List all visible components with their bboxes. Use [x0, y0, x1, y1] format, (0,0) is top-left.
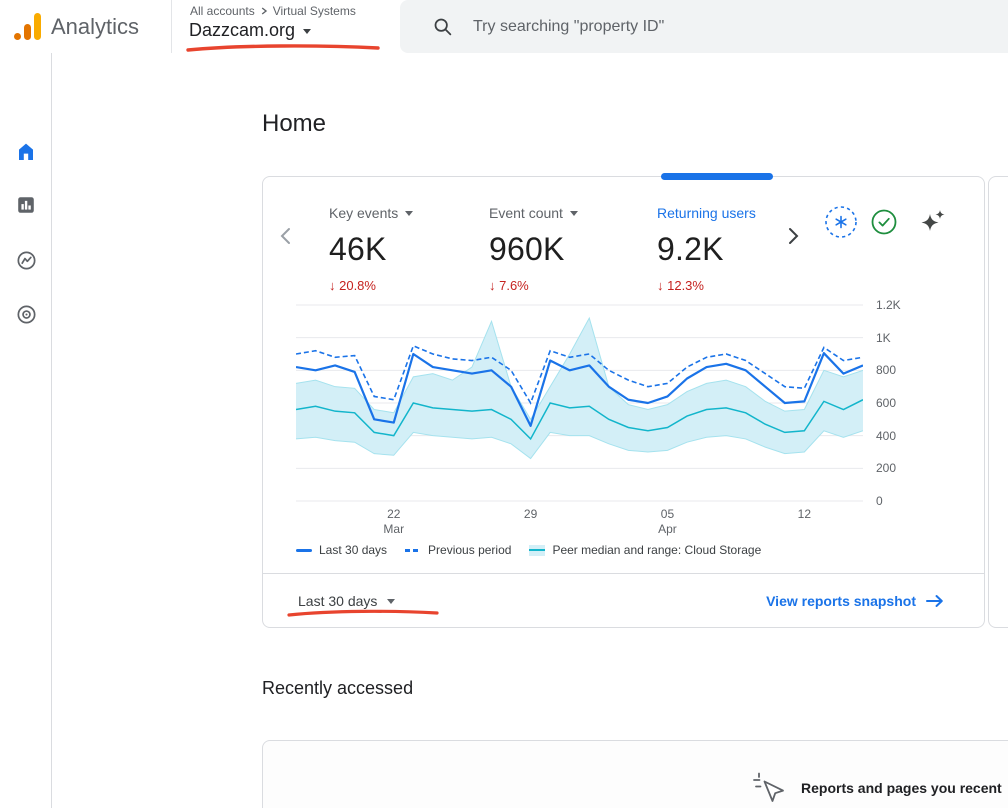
y-axis-label: 600 [876, 396, 897, 410]
sidebar-item-reports[interactable] [0, 183, 52, 227]
insights-sparkle-icon [921, 210, 945, 231]
sidebar [0, 53, 52, 808]
x-axis-label: 29 [523, 507, 538, 521]
y-axis-label: 800 [876, 363, 897, 378]
y-axis: 0 200 400 600 800 1K 1.2K [876, 295, 936, 515]
dashed-line-swatch [405, 548, 422, 552]
search-icon[interactable] [432, 16, 453, 37]
metric-event-count[interactable]: Event count 960K ↓ 7.6% [489, 203, 578, 293]
y-axis-label: 400 [876, 428, 897, 443]
legend-item-last-30-days: Last 30 days [296, 543, 387, 557]
chevron-right-icon [788, 228, 798, 244]
next-card-edge [988, 176, 1008, 628]
metric-label: Event count [489, 205, 563, 221]
metric-returning-users[interactable]: Returning users 9.2K ↓ 12.3% [657, 203, 756, 293]
y-axis-label: 0 [876, 494, 883, 508]
metric-scroll-left-button[interactable] [273, 224, 297, 248]
legend-item-peer-median: Peer median and range: Cloud Storage [529, 543, 761, 557]
x-axis-label: 12 [797, 507, 811, 521]
x-axis-label: 05 Apr [658, 507, 677, 536]
y-axis-label: 200 [876, 461, 897, 476]
dropdown-arrow-icon [303, 29, 312, 34]
cursor-icon [753, 772, 784, 802]
metric-delta: ↓ 7.6% [489, 278, 529, 293]
recently-accessed-title: Recently accessed [262, 678, 414, 698]
page-title: Home [262, 110, 327, 137]
band-swatch [529, 544, 546, 556]
y-axis-label: 1K [876, 330, 891, 345]
x-axis-label: 22 Mar [383, 507, 405, 536]
arrow-right-icon [926, 594, 943, 607]
metric-label: Key events [329, 205, 399, 221]
metric-key-events[interactable]: Key events 46K ↓ 20.8% [329, 203, 414, 293]
top-bar: Analytics All accounts Virtual Systems D… [0, 0, 1008, 53]
benchmarking-icon [825, 206, 857, 238]
chevron-down-icon[interactable] [569, 210, 578, 216]
metric-value: 46K [329, 231, 387, 267]
insights-button[interactable] [919, 207, 947, 235]
chevron-down-icon[interactable] [405, 210, 414, 216]
data-quality-icon [871, 209, 897, 235]
metric-label: Returning users [657, 205, 756, 221]
analytics-home-page: Analytics All accounts Virtual Systems D… [0, 0, 1008, 808]
data-quality-button[interactable] [870, 208, 898, 236]
analytics-logo[interactable]: Analytics [14, 13, 139, 40]
breadcrumb-org: Virtual Systems [272, 4, 356, 18]
chevron-left-icon [280, 228, 290, 244]
dropdown-arrow-icon [387, 599, 396, 604]
x-axis: 22 Mar 29 05 Apr 12 [296, 507, 863, 539]
metric-scroll-right-button[interactable] [781, 224, 805, 248]
solid-line-swatch [296, 548, 312, 552]
advertising-icon [16, 304, 36, 324]
sidebar-item-explore[interactable] [0, 238, 52, 282]
search-bar[interactable] [400, 0, 1008, 53]
y-axis-label: 1.2K [876, 298, 901, 312]
header-divider [171, 0, 172, 53]
annotation-underline [186, 44, 380, 52]
line-chart [296, 304, 863, 502]
search-input[interactable] [473, 17, 953, 36]
property-picker[interactable]: Dazzcam.org [189, 20, 312, 41]
benchmarking-button[interactable] [823, 204, 859, 240]
reports-icon [18, 197, 34, 213]
recently-accessed-card: Reports and pages you recent [262, 740, 1008, 808]
breadcrumb[interactable]: All accounts Virtual Systems [190, 4, 356, 18]
metric-value: 9.2K [657, 231, 724, 267]
legend-item-previous-period: Previous period [405, 543, 511, 557]
chart-legend: Last 30 days Previous period Peer median… [296, 543, 761, 557]
overview-card: Key events 46K ↓ 20.8% Event count 960K … [262, 173, 985, 628]
sidebar-item-home[interactable] [0, 129, 52, 173]
metric-value: 960K [489, 231, 565, 267]
chevron-right-icon [261, 7, 267, 15]
selected-metric-indicator [661, 173, 773, 180]
metric-delta: ↓ 20.8% [329, 278, 376, 293]
chart: 0 200 400 600 800 1K 1.2K 22 Mar 29 05 Apr 12 [296, 295, 976, 539]
google-analytics-icon [14, 13, 41, 40]
app-name: Analytics [51, 14, 140, 39]
metric-delta: ↓ 12.3% [657, 278, 704, 293]
property-name: Dazzcam.org [189, 20, 296, 40]
explore-icon [16, 250, 36, 270]
card-footer: Last 30 days View reports snapshot [263, 573, 984, 627]
home-icon [19, 143, 33, 160]
view-reports-link[interactable]: View reports snapshot [766, 593, 944, 609]
recent-card-message: Reports and pages you recent [801, 780, 1002, 796]
annotation-underline [287, 609, 439, 617]
sidebar-item-advertising[interactable] [0, 292, 52, 336]
breadcrumb-accounts: All accounts [190, 4, 255, 18]
sidebar-item-admin[interactable] [0, 798, 52, 808]
